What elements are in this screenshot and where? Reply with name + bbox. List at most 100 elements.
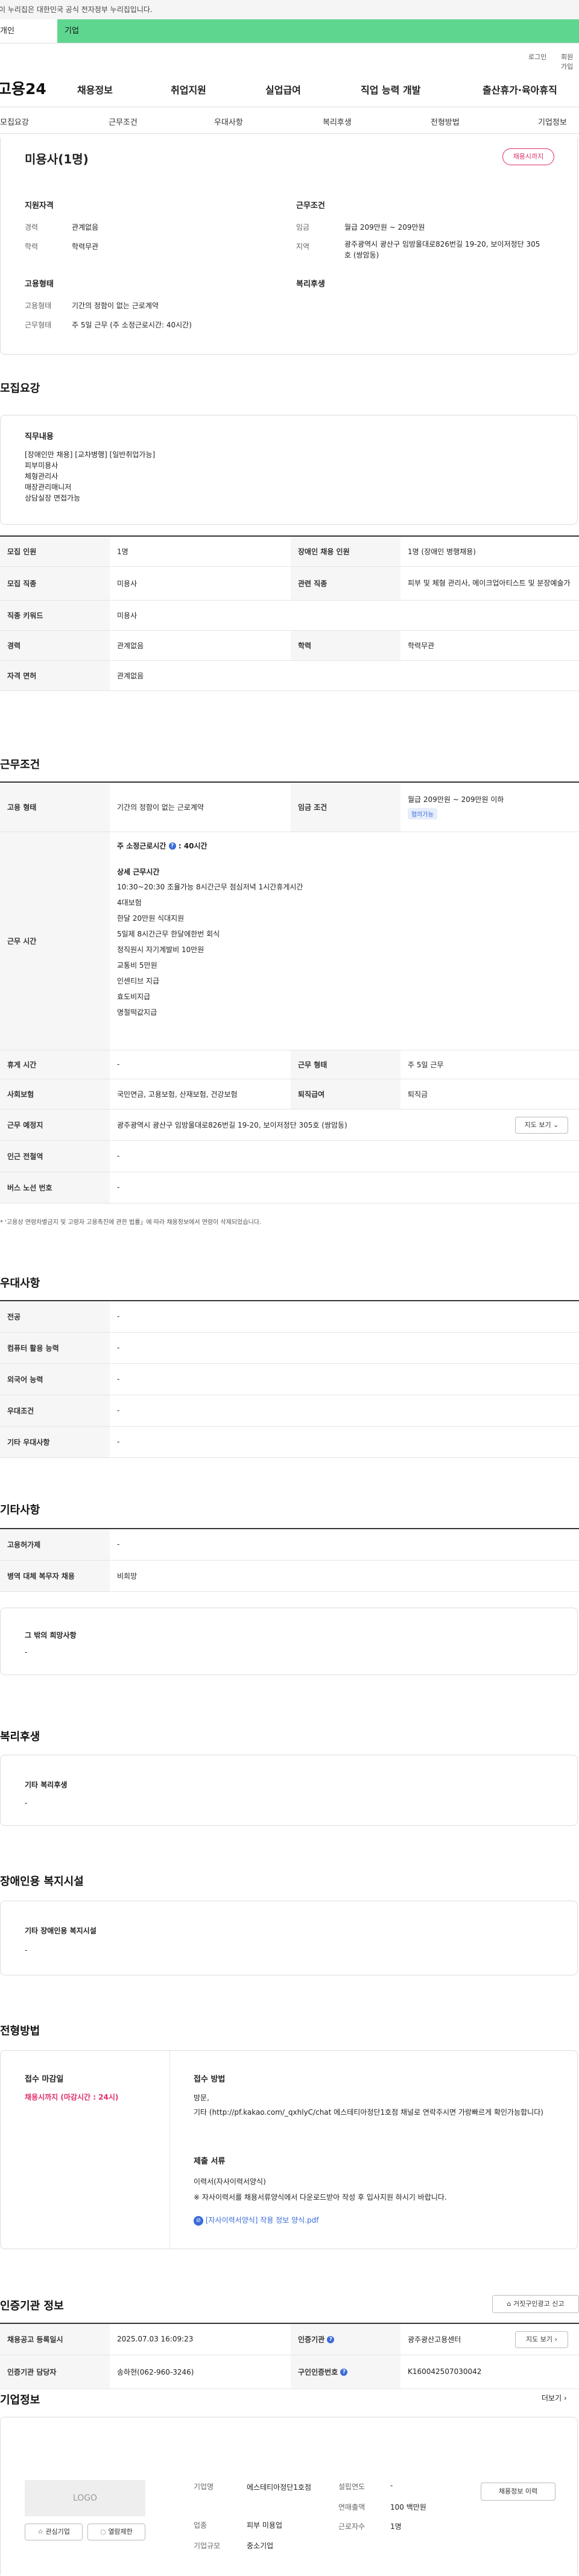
subnav-preferences[interactable]: 우대사항 <box>214 116 243 127</box>
cell-value: - <box>110 1395 579 1427</box>
cell-label: 모집 직종 <box>0 566 110 601</box>
docs-content: 이력서(자사이력서양식) ※ 자사이력서를 채용서류양식에서 다운로드받아 작성… <box>194 2174 555 2205</box>
wage-label: 임금 <box>296 223 310 232</box>
table-row: 인증기관 담당자 송하현(062-960-3246) 구인인증번호 ? K160… <box>0 2355 579 2389</box>
subnav-recruit[interactable]: 모집요강 <box>0 116 29 127</box>
cell-value: 주 5일 근무 <box>400 1050 579 1079</box>
job-title: 미용사(1명) <box>25 152 89 166</box>
cell-label: 전공 <box>0 1301 110 1333</box>
subnav-selection[interactable]: 전형방법 <box>431 116 460 127</box>
cell-label: 학력 <box>291 630 400 661</box>
divider <box>169 2051 170 2249</box>
map-button-label: 지도 보기 <box>524 1120 551 1129</box>
qualification-heading: 지원자격 <box>25 201 54 210</box>
tab-company[interactable]: 기업 <box>57 19 579 43</box>
list-item: 인센티브 지급 <box>117 976 160 985</box>
info-icon[interactable]: ? <box>327 2336 335 2344</box>
cell-label: 구인인증번호 ? <box>291 2355 400 2389</box>
list-item: 명절떡값지급 <box>117 1008 157 1017</box>
favorite-company-button[interactable]: ☆ 관심기업 <box>25 2524 83 2540</box>
main-nav: 고용24 채용정보 취업지원 실업급여 직업 능력 개발 출산휴가·육아휴직 <box>0 68 579 107</box>
map-button[interactable]: 지도 보기 ⌄ <box>515 1116 568 1134</box>
list-item: 한달 20만원 식대지원 <box>117 914 185 923</box>
nav-unemployment-benefit[interactable]: 실업급여 <box>265 82 301 96</box>
hiring-history-button[interactable]: 채용정보 이력 <box>481 2483 555 2501</box>
nav-jobs[interactable]: 채용정보 <box>77 82 113 96</box>
conditions-heading: 근무조건 <box>296 201 325 210</box>
duty-line: 매장관리매니저 <box>25 483 72 491</box>
login-link[interactable]: 로그인 <box>528 52 546 62</box>
info-icon[interactable]: ? <box>340 2369 348 2376</box>
subnav-company[interactable]: 기업정보 <box>538 116 567 127</box>
table-row: 모집 인원 1명 장애인 채용 인원 1명 (장애인 병행채용) <box>0 536 579 567</box>
conditions-section-heading: 근무조건 <box>0 759 40 771</box>
cell-label: 버스 노선 번호 <box>0 1172 110 1204</box>
hours-cell: 주 소정근로시간 ? : 40시간 상세 근무시간 10:30~20:30 조율… <box>110 832 579 1050</box>
scale-label: 기업규모 <box>194 2542 221 2550</box>
report-fake-ad-button[interactable]: ⌂ 거짓구인광고 신고 <box>492 2295 579 2313</box>
cell-value: 1명 <box>110 536 291 567</box>
chevron-right-icon: › <box>563 2394 567 2402</box>
subnav-welfare[interactable]: 복리후생 <box>323 116 352 127</box>
method-line: 방문, <box>194 2094 209 2102</box>
wage-cell: 월급 209만원 ~ 209만원 이하 협의가능 <box>400 782 579 832</box>
wage-value: 월급 209만원 ~ 209만원 <box>344 223 425 232</box>
cell-value: - <box>110 1426 579 1458</box>
cell-label: 근무 시간 <box>0 832 110 1050</box>
cell-value: - <box>110 1332 579 1364</box>
block-label: 열람제한 <box>108 2528 133 2536</box>
cell-label: 근무 예정지 <box>0 1109 110 1141</box>
work-type-label: 근무형태 <box>25 321 52 329</box>
table-row: 채용공고 등록일시 2025.07.03 16:09:23 인증기관 ? 광주광… <box>0 2323 579 2355</box>
clip-icon: ⊘ <box>194 2215 203 2226</box>
file-link[interactable]: ⊘ [자사이력서양식] 작용 정보 양식.pdf <box>194 2215 318 2226</box>
org-value: 광주광산고용센터 <box>408 2335 461 2344</box>
career-label: 경력 <box>25 223 39 232</box>
agency-map-button[interactable]: 지도 보기 › <box>515 2331 568 2348</box>
section-nav: 모집요강 근무조건 우대사항 복리후생 전형방법 기업정보 <box>0 107 579 134</box>
weekly-hours-label: 주 소정근로시간 <box>117 841 166 850</box>
recruit-table: 모집 인원 1명 장애인 채용 인원 1명 (장애인 병행채용) 모집 직종 미… <box>0 535 579 691</box>
method-content: 방문, 기타 (http://pf.kakao.com/_qxhlyC/chat… <box>194 2091 543 2120</box>
nav-employment-support[interactable]: 취업지원 <box>171 82 206 96</box>
cell-value: 관계없음 <box>110 630 291 661</box>
list-item: 교통비 5만원 <box>117 961 157 970</box>
nav-parental-leave[interactable]: 출산휴가·육아휴직 <box>482 82 557 96</box>
cell-value: 2025.07.03 16:09:23 <box>110 2323 291 2355</box>
cell-value: 송하현(062-960-3246) <box>110 2355 291 2389</box>
disabled-card-heading: 기타 장애인용 복지시설 <box>25 1927 96 1935</box>
cell-label: 병역 대체 복무자 채용 <box>0 1560 110 1592</box>
disabled-facility-card: 기타 장애인용 복지시설 - <box>0 1901 578 1975</box>
table-row: 자격 면허 관계없음 <box>0 660 579 691</box>
table-row: 직종 키워드 미용사 <box>0 600 579 631</box>
utility-bar: 로그인 회원가입 <box>0 43 579 71</box>
method-line: 기타 (http://pf.kakao.com/_qxhlyC/chat 에스테… <box>194 2108 543 2117</box>
table-row: 외국어 능력 - <box>0 1363 579 1395</box>
negotiable-badge: 협의가능 <box>408 808 437 820</box>
cell-label: 사회보험 <box>0 1079 110 1110</box>
site-logo[interactable]: 고용24 <box>0 77 46 99</box>
table-row: 경력 관계없음 학력 학력무관 <box>0 630 579 661</box>
welfare-card-value: - <box>25 1799 28 1807</box>
table-row: 근무 예정지 광주광역시 광산구 임방울대로826번길 19-20, 보이저정단… <box>0 1109 579 1141</box>
cell-label: 자격 면허 <box>0 660 110 691</box>
docs-line: 이력서(자사이력서양식) <box>194 2177 266 2186</box>
info-icon[interactable]: ? <box>168 842 176 850</box>
top-tabs: 개인 기업 <box>0 19 579 43</box>
sales-value: 100 백만원 <box>390 2503 426 2511</box>
subnav-conditions[interactable]: 근무조건 <box>109 116 138 127</box>
preferences-table: 전공 - 컴퓨터 활용 능력 - 외국어 능력 - 우대조건 - 기타 우대사항 - <box>0 1300 579 1458</box>
list-item: 10:30~20:30 조율가능 8시간근무 점심저녁 1시간휴게시간 <box>117 882 303 891</box>
founded-value: - <box>390 2481 393 2490</box>
duty-line: 체형관리사 <box>25 472 59 481</box>
welfare-section-heading: 복리후생 <box>0 1731 40 1743</box>
company-card: LOGO ☆ 관심기업 ◌ 열람제한 기업명 에스테티아정단1호점 설립연도 -… <box>0 2417 578 2575</box>
nav-training[interactable]: 직업 능력 개발 <box>361 82 420 96</box>
tab-personal[interactable]: 개인 <box>0 19 57 43</box>
cell-label: 휴게 시간 <box>0 1050 110 1079</box>
company-more-link[interactable]: 더보기 › <box>542 2393 567 2403</box>
block-view-button[interactable]: ◌ 열람제한 <box>87 2524 145 2540</box>
cell-label: 인근 전철역 <box>0 1140 110 1172</box>
cell-label: 채용공고 등록일시 <box>0 2323 110 2355</box>
disabled-card-value: - <box>25 1946 28 1954</box>
